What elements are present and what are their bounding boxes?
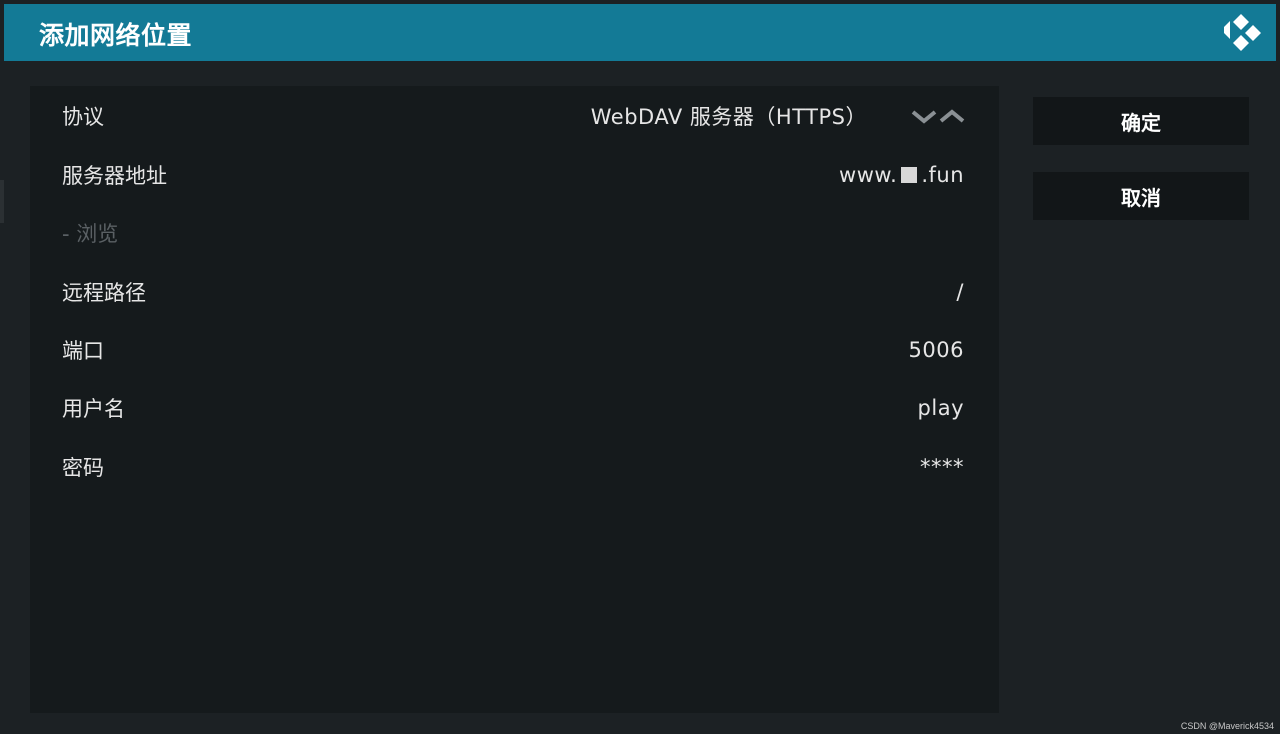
browse-label: - 浏览 xyxy=(62,222,119,246)
server-address-row[interactable]: 服务器地址 www. .fun xyxy=(30,153,999,197)
dialog-window: 添加网络位置 协议 WebDAV 服务器（HTTPS） 服务器地址 www. .f… xyxy=(0,0,1280,734)
username-label: 用户名 xyxy=(62,397,125,421)
dialog-title: 添加网络位置 xyxy=(39,21,193,50)
password-row[interactable]: 密码 **** xyxy=(30,445,999,489)
remote-path-row[interactable]: 远程路径 / xyxy=(30,270,999,314)
chevron-up-icon xyxy=(939,109,965,123)
server-address-suffix: .fun xyxy=(921,163,964,187)
kodi-logo-icon xyxy=(1224,14,1261,51)
remote-path-label: 远程路径 xyxy=(62,281,146,305)
port-value: 5006 xyxy=(908,338,964,362)
redacted-mask xyxy=(901,167,918,183)
port-row[interactable]: 端口 5006 xyxy=(30,328,999,372)
protocol-value: WebDAV 服务器（HTTPS） xyxy=(590,105,867,129)
remote-path-value: / xyxy=(956,280,964,304)
server-address-label: 服务器地址 xyxy=(62,164,167,188)
settings-list: 协议 WebDAV 服务器（HTTPS） 服务器地址 www. .fun - 浏览… xyxy=(30,86,999,713)
protocol-row[interactable]: 协议 WebDAV 服务器（HTTPS） xyxy=(30,94,999,138)
username-row[interactable]: 用户名 play xyxy=(30,386,999,430)
password-value: **** xyxy=(920,455,964,479)
dialog-header: 添加网络位置 xyxy=(4,4,1276,61)
server-address-prefix: www. xyxy=(839,163,898,187)
port-label: 端口 xyxy=(62,339,104,363)
password-label: 密码 xyxy=(62,456,104,480)
chevron-down-icon xyxy=(911,110,937,124)
protocol-label: 协议 xyxy=(62,105,104,129)
browse-row: - 浏览 xyxy=(30,211,999,255)
cancel-button[interactable]: 取消 xyxy=(1033,172,1249,220)
protocol-spinner[interactable] xyxy=(911,107,965,125)
ok-button[interactable]: 确定 xyxy=(1033,97,1249,145)
watermark: CSDN @Maverick4534 xyxy=(1180,721,1274,731)
server-address-value: www. .fun xyxy=(839,163,964,187)
background-edge xyxy=(0,180,4,223)
username-value: play xyxy=(917,396,964,420)
